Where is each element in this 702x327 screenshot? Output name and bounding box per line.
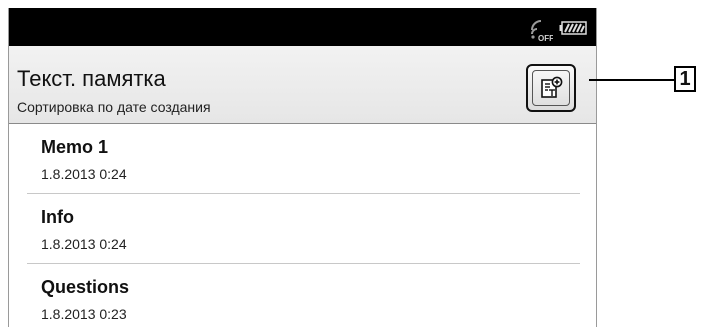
callout-label: 1	[674, 66, 696, 92]
status-bar: OFF	[9, 8, 596, 46]
list-item[interactable]: Questions 1.8.2013 0:23	[27, 264, 580, 327]
new-memo-button[interactable]	[526, 64, 576, 112]
reader-screen: OFF Текст. памятка Сортировка по дате со…	[8, 8, 597, 327]
memo-title: Questions	[41, 277, 130, 297]
list-item[interactable]: Info 1.8.2013 0:24	[27, 194, 580, 264]
memo-title: Memo 1	[41, 137, 109, 157]
new-text-memo-icon	[541, 76, 563, 98]
wifi-state-label: OFF	[538, 34, 553, 42]
wifi-off-icon: OFF	[531, 20, 553, 42]
page-title: Текст. памятка	[17, 66, 166, 91]
memo-date: 1.8.2013 0:24	[41, 236, 127, 252]
memo-list: Memo 1 1.8.2013 0:24 Info 1.8.2013 0:24 …	[27, 124, 580, 327]
callout-leader-line	[589, 79, 674, 81]
app-header: Текст. памятка Сортировка по дате создан…	[9, 46, 596, 124]
memo-title: Info	[41, 207, 74, 227]
memo-date: 1.8.2013 0:24	[41, 166, 127, 182]
list-item[interactable]: Memo 1 1.8.2013 0:24	[27, 124, 580, 194]
memo-date: 1.8.2013 0:23	[41, 306, 127, 322]
battery-icon	[559, 21, 587, 35]
sort-order-label[interactable]: Сортировка по дате создания	[17, 99, 211, 115]
new-memo-button-frame	[532, 70, 570, 106]
